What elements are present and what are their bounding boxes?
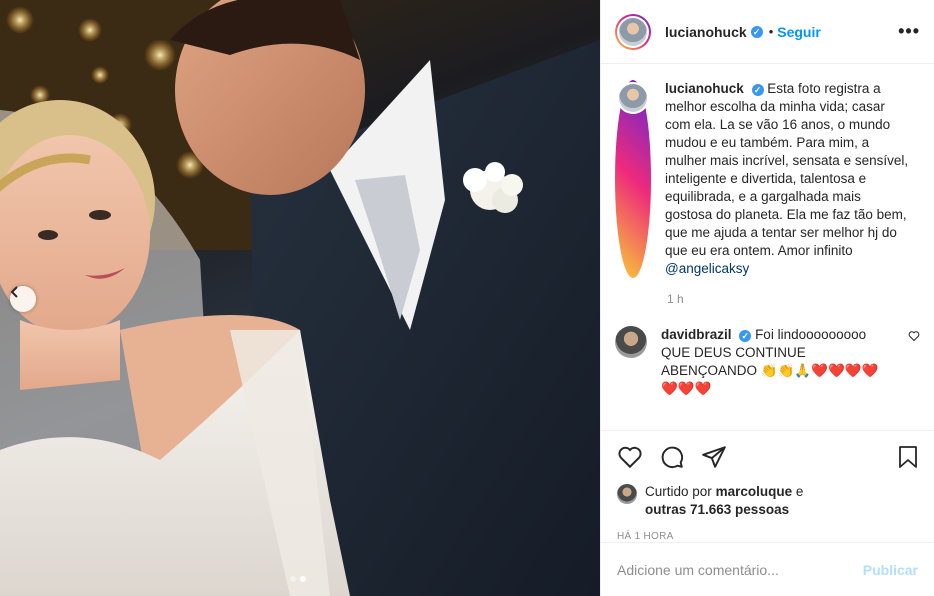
verified-icon: ✓ xyxy=(739,330,752,342)
share-button[interactable] xyxy=(701,444,727,470)
follow-button[interactable]: Seguir xyxy=(777,24,821,40)
post-actions: Curtido por marcoluque e outras 71.663 p… xyxy=(601,430,934,542)
verified-icon: ✓ xyxy=(751,84,764,96)
comment-item: davidbrazil ✓ Foi lindooooooooo QUE DEUS… xyxy=(615,326,920,398)
post-header: lucianohuck ✓ • Seguir ••• xyxy=(601,0,934,64)
carousel-prev-button[interactable] xyxy=(10,286,36,312)
caption-username[interactable]: lucianohuck xyxy=(665,81,744,96)
caption-time[interactable]: 1 h xyxy=(667,292,920,306)
carousel-dot xyxy=(290,576,296,582)
author-username[interactable]: lucianohuck xyxy=(665,24,747,40)
action-bar xyxy=(617,441,920,473)
post-photo[interactable] xyxy=(0,0,600,596)
add-comment-bar: Publicar xyxy=(601,542,934,596)
comment-button[interactable] xyxy=(659,444,685,470)
bookmark-icon xyxy=(899,446,917,468)
carousel-dot-active xyxy=(300,576,306,582)
heart-icon xyxy=(618,446,642,469)
likes-others[interactable]: outras 71.663 pessoas xyxy=(645,502,789,517)
post-timestamp[interactable]: Há 1 hora xyxy=(617,531,920,542)
wedding-photo xyxy=(0,0,600,596)
likes-prefix: Curtido por xyxy=(645,484,712,499)
comment-input[interactable] xyxy=(617,561,863,578)
save-button[interactable] xyxy=(896,444,920,470)
comment-like-icon[interactable] xyxy=(908,330,920,342)
caption: lucianohuck ✓ Esta foto registra a melho… xyxy=(615,80,920,278)
comment-username[interactable]: davidbrazil xyxy=(661,327,732,342)
caption-text: Esta foto registra a melhor escolha da m… xyxy=(665,81,909,258)
post-sidebar: lucianohuck ✓ • Seguir ••• lucianohuck ✓… xyxy=(600,0,934,596)
separator-dot: • xyxy=(768,24,774,39)
comments-section[interactable]: lucianohuck ✓ Esta foto registra a melho… xyxy=(601,64,934,430)
likes-and: e xyxy=(795,484,804,499)
like-button[interactable] xyxy=(617,444,643,470)
liker-username[interactable]: marcoluque xyxy=(716,484,793,499)
verified-icon: ✓ xyxy=(750,25,763,38)
share-icon xyxy=(702,446,726,468)
commenter-avatar[interactable] xyxy=(615,326,647,358)
likes-summary: Curtido por marcoluque e outras 71.663 p… xyxy=(617,483,920,519)
liker-avatar[interactable] xyxy=(617,484,637,504)
caption-mention[interactable]: @angelicaksy xyxy=(665,261,749,276)
publish-button[interactable]: Publicar xyxy=(863,562,918,578)
chevron-left-icon xyxy=(10,286,18,298)
carousel-indicator xyxy=(290,576,306,582)
author-avatar[interactable] xyxy=(615,13,651,50)
comment-icon xyxy=(661,446,684,469)
more-icon[interactable]: ••• xyxy=(898,21,920,42)
caption-avatar[interactable] xyxy=(615,80,651,278)
